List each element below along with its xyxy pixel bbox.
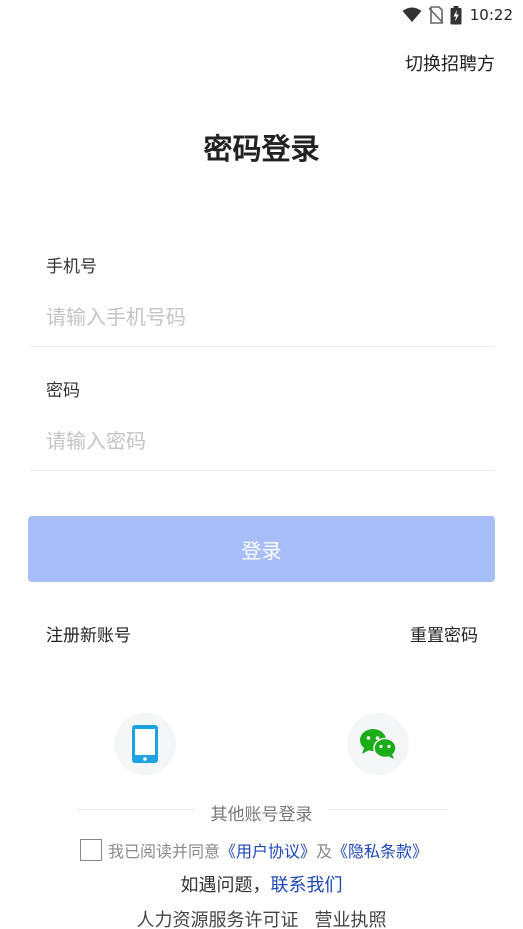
agreement-and: 及: [316, 842, 333, 861]
phone-label: 手机号: [46, 257, 97, 277]
password-label: 密码: [46, 381, 80, 401]
phone-icon: [132, 725, 158, 763]
hr-service-license-link[interactable]: 人力资源服务许可证: [137, 910, 299, 929]
business-license-link[interactable]: 营业执照: [315, 910, 387, 929]
help-prefix: 如遇问题，: [180, 875, 271, 896]
phone-login-button[interactable]: [114, 713, 176, 775]
password-input[interactable]: [46, 423, 486, 459]
register-link[interactable]: 注册新账号: [46, 621, 131, 646]
status-icons: 10:22: [402, 4, 513, 26]
wechat-icon: [360, 729, 397, 759]
password-divider: [30, 470, 495, 471]
phone-input[interactable]: [46, 299, 486, 335]
user-agreement-link[interactable]: 《用户协议》: [220, 838, 316, 862]
agreement-checkbox[interactable]: [80, 839, 102, 861]
contact-us-link[interactable]: 联系我们: [271, 875, 343, 896]
no-sim-icon: [428, 6, 444, 24]
page-title: 密码登录: [203, 132, 320, 166]
footer-links: 人力资源服务许可证 营业执照: [0, 906, 523, 929]
wifi-icon: [402, 7, 422, 22]
switch-to-recruiter-link[interactable]: 切换招聘方: [405, 50, 495, 76]
other-login-label: 其他账号登录: [210, 805, 313, 825]
agreement-row: 我已阅读并同意 《用户协议》 及 《隐私条款》: [80, 838, 428, 862]
wechat-login-button[interactable]: [347, 713, 409, 775]
agreement-prefix: 我已阅读并同意: [108, 842, 221, 861]
status-time: 10:22: [469, 6, 513, 24]
help-row: 如遇问题，联系我们: [0, 871, 523, 897]
phone-divider: [30, 346, 495, 347]
login-button[interactable]: 登录: [28, 516, 495, 582]
reset-password-link[interactable]: 重置密码: [410, 621, 478, 646]
status-bar: 10:22: [0, 0, 523, 30]
privacy-policy-link[interactable]: 《隐私条款》: [332, 838, 428, 862]
battery-charging-icon: [450, 5, 462, 24]
